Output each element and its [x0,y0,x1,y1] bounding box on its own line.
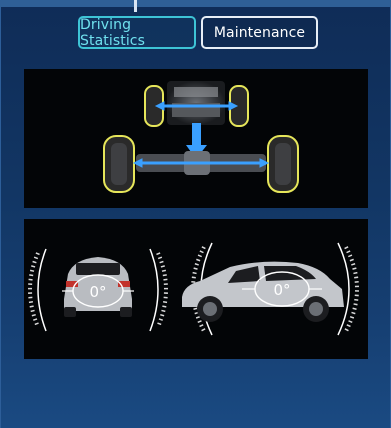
attitude-diagram: 0° 0° [28,242,359,336]
divider-notch [134,0,137,12]
tab-driving-statistics[interactable]: Driving Statistics [78,16,196,49]
left-frame-edge [0,0,1,428]
pitch-value: 0° [273,281,290,299]
car-side-view [182,261,344,322]
vehicle-attitude-panel: 0° 0° [24,219,368,359]
drivetrain-panel [24,69,368,208]
tab-maintenance[interactable]: Maintenance [201,16,318,49]
roll-value: 0° [89,283,106,301]
rear-right-wheel [267,135,299,193]
rear-left-wheel [103,135,135,193]
top-divider [0,0,391,12]
tab-bar: Driving Statistics Maintenance [78,16,318,49]
drivetrain-diagram [103,81,299,193]
